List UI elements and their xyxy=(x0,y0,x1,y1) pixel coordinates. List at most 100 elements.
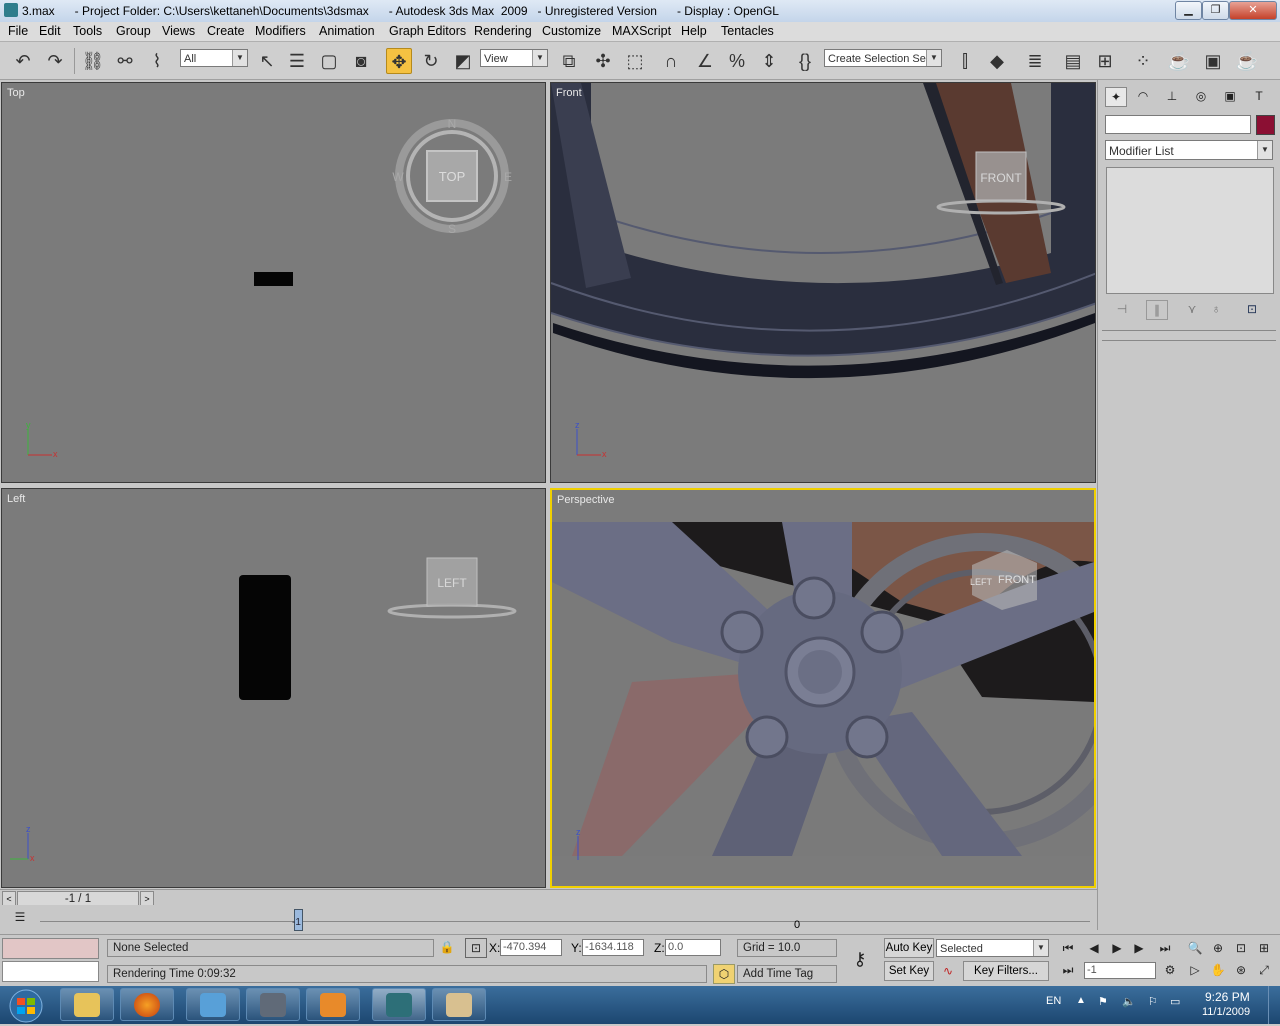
viewcube-perspective-left[interactable]: LEFT xyxy=(970,577,993,587)
add-time-tag[interactable]: Add Time Tag xyxy=(737,965,837,983)
viewcube-front[interactable]: FRONT xyxy=(936,148,1071,218)
motion-tab-icon[interactable]: ◎ xyxy=(1191,87,1211,105)
menu-edit[interactable]: Edit xyxy=(39,24,61,38)
rectangular-selection-icon[interactable]: ▢ xyxy=(316,48,342,74)
zoom-all-icon[interactable]: ⊕ xyxy=(1208,939,1228,957)
bind-space-warp-icon[interactable]: ⌇ xyxy=(144,48,170,74)
app-icon[interactable] xyxy=(4,3,18,17)
viewport-front[interactable]: Front FRONT z x xyxy=(550,82,1096,483)
key-mode-toggle-icon[interactable]: ⏭ xyxy=(1058,961,1078,979)
pivot-center-icon[interactable]: ⧉ xyxy=(556,48,582,74)
viewcube-top-face[interactable]: TOP xyxy=(439,169,466,184)
previous-frame-icon[interactable]: ◀ xyxy=(1084,939,1104,957)
display-tab-icon[interactable]: ▣ xyxy=(1220,87,1240,105)
menu-tools[interactable]: Tools xyxy=(73,24,102,38)
menu-graph-editors[interactable]: Graph Editors xyxy=(389,24,466,38)
angle-snap-icon[interactable]: ∠ xyxy=(692,48,718,74)
snaps-toggle-icon[interactable]: ∩ xyxy=(658,48,684,74)
taskbar-firefox[interactable] xyxy=(120,988,174,1021)
minimize-button[interactable]: ▁ xyxy=(1175,1,1202,20)
selection-filter-dropdown[interactable]: All ▼ xyxy=(180,49,248,67)
y-coord-field[interactable]: -1634.118 xyxy=(582,939,644,956)
menu-maxscript[interactable]: MAXScript xyxy=(612,24,671,38)
menu-group[interactable]: Group xyxy=(116,24,151,38)
hierarchy-tab-icon[interactable]: ⊥ xyxy=(1162,87,1182,105)
taskbar-media-player[interactable] xyxy=(306,988,360,1021)
show-desktop-button[interactable] xyxy=(1268,986,1280,1024)
play-animation-icon[interactable]: ▶ xyxy=(1107,939,1127,957)
menu-rendering[interactable]: Rendering xyxy=(474,24,532,38)
percent-snap-icon[interactable]: % xyxy=(724,48,750,74)
keyboard-shortcut-override-icon[interactable]: ⬚ xyxy=(622,48,648,74)
key-icon[interactable]: ⚷ xyxy=(848,950,872,968)
menu-views[interactable]: Views xyxy=(162,24,195,38)
rendered-frame-window-icon[interactable]: ▣ xyxy=(1200,48,1226,74)
material-editor-icon[interactable]: ⁘ xyxy=(1130,48,1156,74)
modifier-list-dropdown[interactable]: Modifier List ▼ xyxy=(1105,140,1273,160)
wheel-object-top[interactable] xyxy=(254,272,293,286)
action-center-icon[interactable]: ⚐ xyxy=(1148,995,1158,1008)
viewcube-perspective-front[interactable]: FRONT xyxy=(998,574,1036,586)
undo-icon[interactable]: ↶ xyxy=(10,48,36,74)
reference-coordinate-dropdown[interactable]: View ▼ xyxy=(480,49,548,67)
align-icon[interactable]: ◆ xyxy=(984,48,1010,74)
viewport-label-left[interactable]: Left xyxy=(7,493,25,505)
utilities-tab-icon[interactable]: T xyxy=(1249,87,1269,105)
time-configuration-icon[interactable]: ⚙ xyxy=(1160,961,1180,979)
select-and-manipulate-icon[interactable]: ✣ xyxy=(590,48,616,74)
edit-named-selection-icon[interactable]: {} xyxy=(792,48,818,74)
named-selection-dropdown[interactable]: Create Selection Set ▼ xyxy=(824,49,942,67)
maximize-viewport-icon[interactable]: ⤢ xyxy=(1254,961,1274,979)
viewcube-left-face[interactable]: LEFT xyxy=(437,576,467,590)
schematic-view-icon[interactable]: ⊞ xyxy=(1092,48,1118,74)
taskbar-calculator[interactable] xyxy=(246,988,300,1021)
viewport-left[interactable]: Left LEFT z x xyxy=(1,488,546,888)
select-and-scale-icon[interactable]: ◩ xyxy=(450,48,476,74)
viewport-perspective[interactable]: Perspective FRONT LEFT z xyxy=(550,488,1096,888)
render-setup-icon[interactable]: ☕ xyxy=(1166,48,1192,74)
zoom-icon[interactable]: 🔍 xyxy=(1185,939,1205,957)
time-tag-icon[interactable]: ⬡ xyxy=(713,964,735,984)
start-button[interactable] xyxy=(2,989,54,1023)
show-hidden-icons-icon[interactable]: ▲ xyxy=(1076,995,1086,1006)
close-button[interactable]: ✕ xyxy=(1229,1,1277,20)
current-frame-field[interactable]: -1 xyxy=(1084,962,1156,979)
clock-time[interactable]: 9:26 PM xyxy=(1205,990,1250,1004)
taskbar-paint[interactable] xyxy=(432,988,486,1021)
show-end-result-icon[interactable]: ∥ xyxy=(1146,300,1168,320)
viewport-label-front[interactable]: Front xyxy=(556,87,582,99)
viewport-label-perspective[interactable]: Perspective xyxy=(557,494,614,506)
go-to-end-icon[interactable]: ⏭ xyxy=(1155,939,1175,957)
modifier-stack[interactable] xyxy=(1106,167,1274,294)
pan-view-icon[interactable]: ✋ xyxy=(1208,961,1228,979)
window-crossing-icon[interactable]: ◙ xyxy=(348,48,374,74)
make-unique-icon[interactable]: ⋎ xyxy=(1182,300,1202,318)
select-and-move-icon[interactable]: ✥ xyxy=(386,48,412,74)
modify-tab-icon[interactable]: ◠ xyxy=(1133,87,1153,105)
spinner-snap-icon[interactable]: ⇕ xyxy=(756,48,782,74)
next-frame-icon[interactable]: ▶ xyxy=(1129,939,1149,957)
open-mini-curve-editor-icon[interactable]: ☰ xyxy=(10,908,30,926)
menu-modifiers[interactable]: Modifiers xyxy=(255,24,306,38)
view-compass[interactable]: TOP N S E W xyxy=(392,118,517,243)
network-icon[interactable]: ⚑ xyxy=(1098,995,1108,1008)
zoom-extents-icon[interactable]: ⊡ xyxy=(1231,939,1251,957)
zoom-extents-all-icon[interactable]: ⊞ xyxy=(1254,939,1274,957)
create-tab-icon[interactable]: ✦ xyxy=(1105,87,1127,107)
menu-file[interactable]: File xyxy=(8,24,28,38)
lock-selection-icon[interactable]: 🔒 xyxy=(437,938,457,956)
maxscript-listener-mini[interactable] xyxy=(2,938,99,959)
menu-help[interactable]: Help xyxy=(681,24,707,38)
taskbar-messenger[interactable] xyxy=(186,988,240,1021)
set-key-button[interactable]: Set Key xyxy=(884,961,934,981)
unlink-icon[interactable]: ⚯ xyxy=(112,48,138,74)
pin-stack-icon[interactable]: ⊣ xyxy=(1112,300,1132,318)
menu-tentacles[interactable]: Tentacles xyxy=(721,24,774,38)
taskbar-3dsmax[interactable] xyxy=(372,988,426,1021)
select-and-link-icon[interactable]: ⛓ xyxy=(80,48,106,74)
mirror-icon[interactable]: ⫿ xyxy=(952,48,978,74)
menu-animation[interactable]: Animation xyxy=(319,24,375,38)
select-and-rotate-icon[interactable]: ↻ xyxy=(418,48,444,74)
orbit-icon[interactable]: ⊛ xyxy=(1231,961,1251,979)
viewcube-left[interactable]: LEFT xyxy=(387,554,522,624)
